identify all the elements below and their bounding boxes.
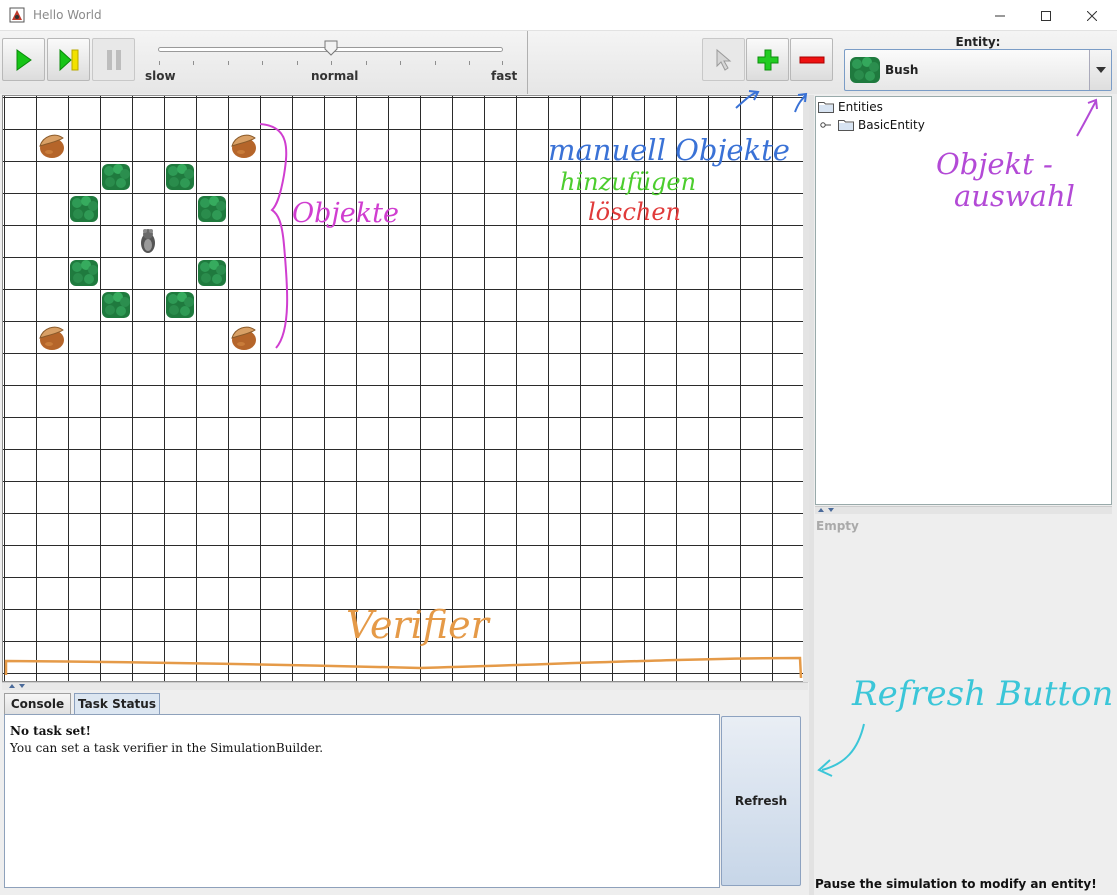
side-split-divider[interactable] (815, 506, 1112, 514)
speed-fast-label: fast (491, 69, 518, 83)
acorn-icon (39, 326, 64, 350)
world-split-divider[interactable] (2, 682, 808, 690)
arrow-to-refresh-button (817, 723, 865, 777)
minimize-icon (995, 15, 1005, 16)
bush-icon (70, 260, 98, 286)
step-forward-button[interactable] (47, 38, 90, 81)
slider-tick (435, 61, 436, 65)
tree-item-label: Entities (838, 100, 883, 114)
slider-tick (262, 61, 263, 65)
select-tool-button[interactable] (702, 38, 745, 81)
refresh-button[interactable]: Refresh (721, 716, 801, 886)
bush-icon (166, 164, 194, 190)
slider-tick (366, 61, 367, 65)
bush-entity[interactable] (165, 162, 195, 192)
pause-message: Pause the simulation to modify an entity… (815, 877, 1097, 891)
minimize-button[interactable] (977, 0, 1023, 31)
plus-icon (757, 49, 778, 70)
bush-entity[interactable] (197, 194, 227, 224)
folder-icon (818, 102, 834, 113)
slider-tick (297, 61, 298, 65)
tree-item-label: BasicEntity (858, 118, 925, 132)
bush-icon (166, 292, 194, 318)
tree-item-basicentity[interactable]: BasicEntity (820, 118, 925, 132)
chevron-down-icon (1095, 67, 1106, 73)
close-icon (1087, 10, 1097, 21)
tab-task-status[interactable]: Task Status (74, 693, 160, 714)
slider-tick (502, 61, 503, 65)
toolbar-separator (527, 31, 528, 94)
entity-dropdown-value: Bush (885, 63, 919, 77)
collapse-arrows-icon[interactable] (8, 683, 28, 689)
speed-normal-label: normal (311, 69, 359, 83)
cursor-arrow-icon (716, 48, 731, 71)
entity-dropdown-toggle[interactable] (1089, 50, 1111, 90)
step-forward-icon (59, 48, 78, 71)
folder-icon (838, 120, 854, 131)
world-grid[interactable] (2, 95, 808, 682)
entity-panel: Entity: Bush (844, 31, 1117, 94)
maximize-button[interactable] (1023, 0, 1069, 31)
play-button[interactable] (2, 38, 45, 81)
bush-entity[interactable] (101, 290, 131, 320)
acorn-icon (39, 134, 64, 158)
bush-entity[interactable] (69, 258, 99, 288)
play-icon (16, 48, 32, 71)
slider-tick (469, 61, 470, 65)
slider-tick (400, 61, 401, 65)
bush-entity[interactable] (165, 290, 195, 320)
bush-icon (198, 196, 226, 222)
bush-icon (198, 260, 226, 286)
speed-slider[interactable]: slow normal fast (145, 40, 517, 84)
maximize-icon (1041, 10, 1051, 21)
acorn-icon (231, 134, 256, 158)
slider-tick (331, 61, 332, 65)
slider-tick (228, 61, 229, 65)
tab-console[interactable]: Console (4, 693, 71, 714)
slider-tick (159, 61, 160, 65)
speed-slow-label: slow (145, 69, 176, 83)
pause-icon (106, 49, 121, 70)
remove-entity-button[interactable] (790, 38, 833, 81)
slider-tick (193, 61, 194, 65)
bush-icon (850, 57, 880, 83)
task-title: No task set! (10, 724, 91, 738)
acorn-entity[interactable] (229, 322, 259, 352)
acorn-icon (231, 326, 256, 350)
bush-icon (102, 292, 130, 318)
entity-tree: Entities BasicEntity (815, 96, 1112, 505)
acorn-entity[interactable] (37, 322, 67, 352)
hamster-icon (141, 229, 155, 253)
task-status-panel: No task set! You can set a task verifier… (4, 714, 720, 888)
close-button[interactable] (1069, 0, 1115, 31)
properties-empty-label: Empty (816, 519, 859, 533)
pause-button[interactable] (92, 38, 135, 81)
window-title: Hello World (33, 8, 102, 22)
entity-dropdown[interactable]: Bush (844, 49, 1112, 91)
app-icon (9, 7, 25, 23)
task-message: You can set a task verifier in the Simul… (10, 741, 324, 755)
title-bar: Hello World (0, 0, 1117, 31)
bush-icon (70, 196, 98, 222)
bush-entity[interactable] (69, 194, 99, 224)
acorn-entity[interactable] (229, 130, 259, 160)
entity-label: Entity: (955, 35, 1001, 49)
acorn-entity[interactable] (37, 130, 67, 160)
collapse-arrows-icon[interactable] (817, 507, 837, 513)
tree-handle-icon[interactable] (820, 120, 832, 130)
toolbar: slow normal fast Entity: Bush (0, 31, 1117, 94)
bush-entity[interactable] (101, 162, 131, 192)
bush-entity[interactable] (197, 258, 227, 288)
annotation-refresh: Refresh Button (851, 674, 1113, 714)
tree-item-entities[interactable]: Entities (818, 100, 883, 114)
vertical-split-divider[interactable] (809, 95, 814, 895)
hamster-entity[interactable] (133, 226, 163, 256)
minus-icon (799, 56, 824, 63)
slider-thumb[interactable] (324, 40, 338, 56)
add-entity-button[interactable] (746, 38, 789, 81)
bush-icon (102, 164, 130, 190)
